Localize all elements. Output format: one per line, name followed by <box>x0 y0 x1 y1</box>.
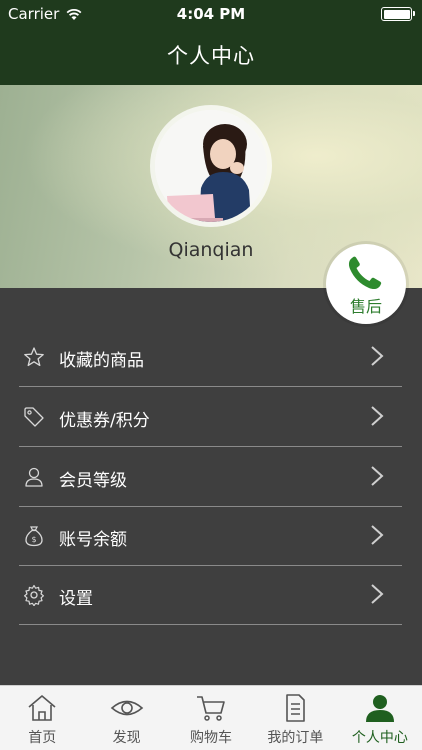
person-icon <box>365 695 394 722</box>
after-sales-button[interactable]: 售后 <box>326 244 406 324</box>
tab-profile[interactable]: 个人中心 <box>338 686 422 750</box>
tab-home[interactable]: 首页 <box>0 686 84 750</box>
menu-item-favorites[interactable]: 收藏的商品 <box>19 328 402 387</box>
tab-orders[interactable]: 我的订单 <box>253 686 337 750</box>
menu-item-label: 账号余额 <box>59 530 127 550</box>
tab-discover[interactable]: 发现 <box>84 686 168 750</box>
page-title: 个人中心 <box>167 44 255 68</box>
menu-item-label: 设置 <box>59 589 93 609</box>
chevron-right-icon <box>371 406 384 426</box>
battery-icon <box>381 7 415 21</box>
user-icon <box>25 467 43 487</box>
menu-item-label: 会员等级 <box>59 471 127 491</box>
money-bag-icon: $ <box>25 526 43 547</box>
chevron-right-icon <box>371 466 384 486</box>
status-bar: Carrier 4:04 PM <box>0 0 422 28</box>
tab-label: 发现 <box>112 730 141 746</box>
eye-icon <box>110 700 143 716</box>
menu-item-coupons[interactable]: 优惠券/积分 <box>19 388 402 447</box>
menu-list: 收藏的商品 优惠券/积分 会员等级 $ 账号余额 设置 <box>0 288 422 685</box>
tab-label: 购物车 <box>190 730 233 746</box>
tag-icon <box>24 407 44 427</box>
document-icon <box>286 694 306 722</box>
navigation-bar: Carrier 4:04 PM 个人中心 <box>0 0 422 85</box>
home-icon <box>28 695 56 721</box>
phone-icon <box>348 256 382 290</box>
status-time: 4:04 PM <box>176 5 246 23</box>
star-icon <box>24 347 44 367</box>
tab-cart[interactable]: 购物车 <box>169 686 253 750</box>
menu-item-settings[interactable]: 设置 <box>19 566 402 625</box>
tab-label: 我的订单 <box>267 730 324 746</box>
menu-item-label: 优惠券/积分 <box>59 411 150 431</box>
menu-item-balance[interactable]: $ 账号余额 <box>19 507 402 566</box>
avatar-image <box>155 110 267 222</box>
cart-icon <box>197 696 225 721</box>
menu-item-membership[interactable]: 会员等级 <box>19 448 402 507</box>
avatar-ring <box>150 105 272 227</box>
tab-label: 个人中心 <box>351 730 408 746</box>
menu-item-label: 收藏的商品 <box>59 351 144 371</box>
tab-bar: 首页 发现 购物车 我的订单 个人中心 <box>0 685 422 750</box>
tab-label: 首页 <box>28 730 57 746</box>
chevron-right-icon <box>371 525 384 545</box>
after-sales-label: 售后 <box>349 297 382 316</box>
chevron-right-icon <box>371 584 384 604</box>
avatar[interactable] <box>155 110 267 222</box>
chevron-right-icon <box>371 346 384 366</box>
svg-text:$: $ <box>31 535 36 544</box>
gear-icon <box>24 584 44 606</box>
